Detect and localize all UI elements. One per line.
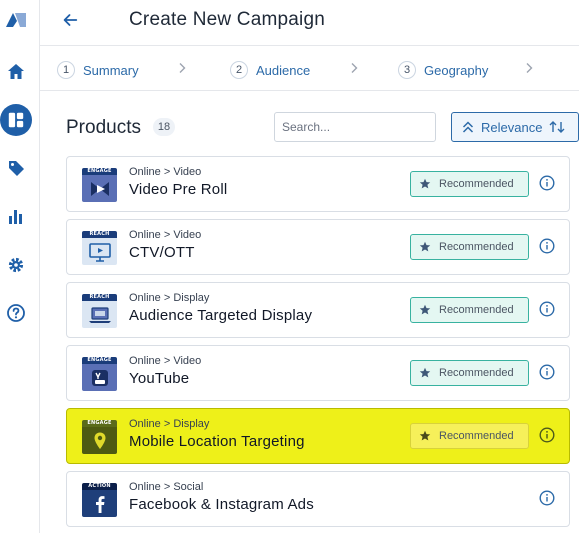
product-name: YouTube xyxy=(129,370,190,387)
page-title: Create New Campaign xyxy=(129,9,325,30)
product-category: Online > Video xyxy=(129,355,202,367)
chevron-right-icon xyxy=(179,63,186,73)
step-label: Audience xyxy=(256,62,311,78)
product-tier-tag: REACH xyxy=(82,231,117,238)
product-tier-tag: ENGAGE xyxy=(82,168,117,175)
info-icon[interactable] xyxy=(539,238,555,254)
star-icon xyxy=(419,367,431,378)
tv-screen-icon xyxy=(82,238,117,265)
product-card-mobile-location-targeting[interactable]: ENGAGE Online > Display Mobile Location … xyxy=(66,408,570,464)
laptop-display-icon xyxy=(82,301,117,328)
product-thumbnail: ACTION xyxy=(82,483,117,517)
recommended-badge: Recommended xyxy=(410,234,529,260)
star-icon xyxy=(419,430,431,441)
product-tier-tag: ENGAGE xyxy=(82,357,117,364)
recommended-badge: Recommended xyxy=(410,171,529,197)
home-icon[interactable] xyxy=(5,61,27,83)
info-icon[interactable] xyxy=(539,490,555,506)
product-tier-tag: REACH xyxy=(82,294,117,301)
product-category: Online > Video xyxy=(129,166,202,178)
step-number: 1 xyxy=(57,61,75,79)
product-thumbnail: REACH xyxy=(82,294,117,328)
product-name: Mobile Location Targeting xyxy=(129,433,305,450)
recommended-badge: Recommended xyxy=(410,297,529,323)
product-card-youtube[interactable]: ENGAGE Online > Video YouTube Recommende… xyxy=(66,345,570,401)
step-number: 2 xyxy=(230,61,248,79)
product-search-input[interactable] xyxy=(274,112,436,142)
step-number: 3 xyxy=(398,61,416,79)
product-tier-tag: ENGAGE xyxy=(82,420,117,427)
facebook-icon xyxy=(82,490,117,517)
settings-gear-icon[interactable] xyxy=(5,254,27,276)
recommended-badge: Recommended xyxy=(410,423,529,449)
back-arrow-icon[interactable] xyxy=(58,8,82,32)
location-pin-icon xyxy=(82,427,117,454)
step-geography[interactable]: 3 Geography xyxy=(398,61,488,79)
step-navigation: 1 Summary 2 Audience 3 Geography xyxy=(40,47,579,91)
step-label: Geography xyxy=(424,62,489,78)
product-card-audience-targeted-display[interactable]: REACH Online > Display Audience Targeted… xyxy=(66,282,570,338)
product-category: Online > Display xyxy=(129,418,210,430)
step-label: Summary xyxy=(83,62,139,78)
tag-icon[interactable] xyxy=(5,157,27,179)
recommended-label: Recommended xyxy=(439,178,514,190)
products-heading: Products xyxy=(66,117,141,138)
product-card-ctv-ott[interactable]: REACH Online > Video CTV/OTT Recommended xyxy=(66,219,570,275)
product-category: Online > Display xyxy=(129,292,210,304)
star-icon xyxy=(419,178,431,189)
recommended-label: Recommended xyxy=(439,367,514,379)
recommended-label: Recommended xyxy=(439,430,514,442)
info-icon[interactable] xyxy=(539,301,555,317)
sort-label: Relevance xyxy=(481,119,543,135)
product-card-facebook-instagram-ads[interactable]: ACTION Online > Social Facebook & Instag… xyxy=(66,471,570,527)
help-icon[interactable] xyxy=(5,302,27,324)
chevron-right-icon xyxy=(526,63,533,73)
page-header: Create New Campaign xyxy=(40,0,579,46)
campaigns-nav-icon[interactable] xyxy=(0,104,32,136)
products-count-badge: 18 xyxy=(153,118,175,136)
recommended-badge: Recommended xyxy=(410,360,529,386)
recommended-label: Recommended xyxy=(439,241,514,253)
star-icon xyxy=(419,304,431,315)
info-icon[interactable] xyxy=(539,364,555,380)
sort-direction-icon xyxy=(549,121,565,133)
app-logo[interactable] xyxy=(4,10,28,28)
chevron-right-icon xyxy=(351,63,358,73)
product-name: Facebook & Instagram Ads xyxy=(129,496,314,513)
double-chevron-up-icon xyxy=(462,121,474,133)
recommended-label: Recommended xyxy=(439,304,514,316)
product-name: Video Pre Roll xyxy=(129,181,228,198)
product-name: CTV/OTT xyxy=(129,244,195,261)
product-thumbnail: REACH xyxy=(82,231,117,265)
left-rail xyxy=(0,0,40,533)
sort-relevance-button[interactable]: Relevance xyxy=(451,112,579,142)
video-play-icon xyxy=(82,175,117,202)
product-thumbnail: ENGAGE xyxy=(82,168,117,202)
product-category: Online > Video xyxy=(129,229,202,241)
product-name: Audience Targeted Display xyxy=(129,307,313,324)
youtube-icon xyxy=(82,364,117,391)
product-thumbnail: ENGAGE xyxy=(82,357,117,391)
info-icon[interactable] xyxy=(539,427,555,443)
reports-chart-icon[interactable] xyxy=(5,205,27,227)
product-card-video-pre-roll[interactable]: ENGAGE Online > Video Video Pre Roll Rec… xyxy=(66,156,570,212)
star-icon xyxy=(419,241,431,252)
info-icon[interactable] xyxy=(539,175,555,191)
step-summary[interactable]: 1 Summary xyxy=(57,61,139,79)
product-thumbnail: ENGAGE xyxy=(82,420,117,454)
product-tier-tag: ACTION xyxy=(82,483,117,490)
product-category: Online > Social xyxy=(129,481,204,493)
step-audience[interactable]: 2 Audience xyxy=(230,61,310,79)
